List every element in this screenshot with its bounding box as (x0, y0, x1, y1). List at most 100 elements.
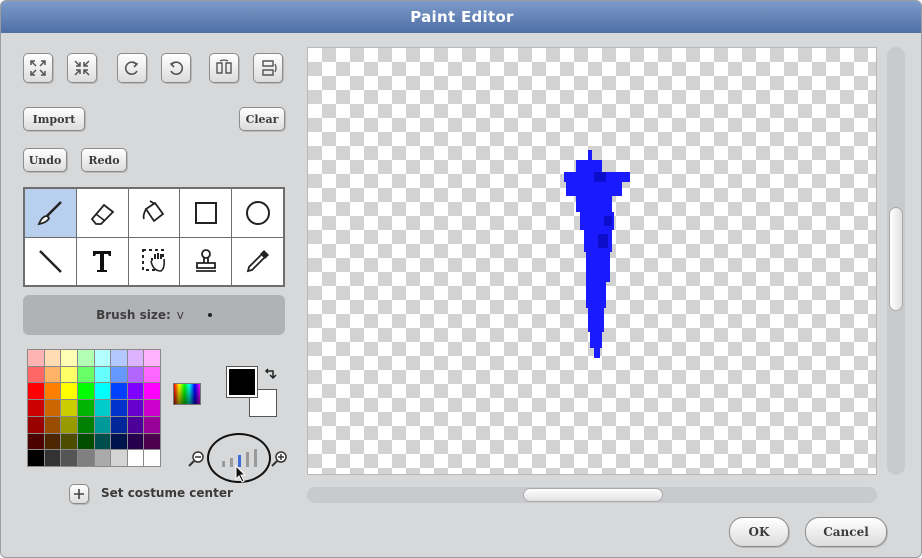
horizontal-scroll-thumb[interactable] (523, 488, 663, 502)
palette-swatch[interactable] (111, 416, 127, 433)
undo-button[interactable]: Undo (23, 148, 67, 172)
palette-swatch[interactable] (28, 450, 44, 466)
palette-swatch[interactable] (111, 400, 127, 416)
palette-swatch[interactable] (111, 350, 127, 366)
palette-swatch[interactable] (28, 400, 44, 416)
palette-swatch[interactable] (77, 416, 94, 433)
chevron-down-icon[interactable]: v (177, 308, 184, 322)
palette-swatch[interactable] (94, 383, 111, 400)
vertical-scroll-thumb[interactable] (889, 207, 903, 311)
paint-bucket-tool[interactable] (128, 189, 180, 237)
palette-swatch[interactable] (127, 366, 144, 383)
select-tool[interactable] (128, 237, 180, 285)
palette-swatch[interactable] (111, 433, 127, 450)
palette-swatch[interactable] (127, 450, 144, 466)
palette-swatch[interactable] (144, 450, 160, 466)
palette-swatch[interactable] (127, 416, 144, 433)
stamp-icon (195, 249, 216, 273)
grow-button[interactable] (23, 53, 53, 83)
zoom-out-icon[interactable] (186, 449, 206, 469)
palette-swatch[interactable] (111, 450, 127, 466)
shrink-button[interactable] (67, 53, 97, 83)
palette-swatch[interactable] (127, 350, 144, 366)
palette-swatch[interactable] (28, 383, 44, 400)
eyedropper-tool[interactable] (232, 237, 283, 285)
palette-swatch[interactable] (44, 400, 61, 416)
palette-swatch[interactable] (28, 350, 44, 366)
palette-swatch[interactable] (77, 450, 94, 466)
palette-swatch[interactable] (61, 366, 77, 383)
flip-horizontal-button[interactable] (209, 53, 239, 83)
palette-swatch[interactable] (94, 433, 111, 450)
clear-button[interactable]: Clear (239, 107, 285, 131)
palette-swatch[interactable] (77, 366, 94, 383)
palette-swatch[interactable] (94, 450, 111, 466)
palette-swatch[interactable] (94, 366, 111, 383)
palette-swatch[interactable] (44, 350, 61, 366)
palette-swatch[interactable] (144, 350, 160, 366)
palette-swatch[interactable] (144, 383, 160, 400)
rotate-right-button[interactable] (161, 53, 191, 83)
set-costume-center-label: Set costume center (101, 486, 233, 500)
paintbrush-tool[interactable] (25, 189, 76, 237)
zoom-bar[interactable] (229, 458, 233, 467)
drawing-canvas[interactable] (307, 47, 877, 475)
foreground-color-swatch[interactable] (226, 366, 258, 398)
title-bar: Paint Editor (1, 1, 921, 33)
palette-swatch[interactable] (144, 433, 160, 450)
palette-swatch[interactable] (144, 416, 160, 433)
palette-swatch[interactable] (44, 366, 61, 383)
import-button[interactable]: Import (23, 107, 85, 131)
palette-swatch[interactable] (28, 366, 44, 383)
paintbrush-icon (37, 200, 63, 225)
palette-swatch[interactable] (77, 433, 94, 450)
text-tool[interactable] (76, 237, 128, 285)
palette-swatch[interactable] (28, 433, 44, 450)
palette-swatch[interactable] (127, 383, 144, 400)
palette-swatch[interactable] (94, 400, 111, 416)
brush-size-preview (207, 313, 212, 317)
color-picker-button[interactable] (173, 383, 201, 405)
text-tool-icon (93, 251, 112, 273)
rotate-left-button[interactable] (117, 53, 147, 83)
palette-swatch[interactable] (61, 400, 77, 416)
palette-swatch[interactable] (44, 450, 61, 466)
palette-swatch[interactable] (77, 350, 94, 366)
horizontal-scrollbar[interactable] (307, 487, 877, 503)
brush-size-control[interactable]: Brush size: v (23, 295, 285, 335)
palette-swatch[interactable] (61, 350, 77, 366)
zoom-in-icon[interactable] (269, 449, 289, 469)
palette-swatch[interactable] (44, 416, 61, 433)
ok-button[interactable]: OK (729, 517, 789, 547)
palette-swatch[interactable] (144, 400, 160, 416)
cancel-button[interactable]: Cancel (805, 517, 887, 547)
redo-button[interactable]: Redo (81, 148, 127, 172)
palette-swatch[interactable] (144, 366, 160, 383)
palette-swatch[interactable] (127, 400, 144, 416)
swap-colors-icon[interactable] (263, 367, 277, 383)
stamp-tool[interactable] (180, 237, 232, 285)
palette-swatch[interactable] (94, 350, 111, 366)
palette-swatch[interactable] (111, 383, 127, 400)
palette-swatch[interactable] (61, 416, 77, 433)
palette-swatch[interactable] (28, 416, 44, 433)
palette-swatch[interactable] (127, 433, 144, 450)
palette-swatch[interactable] (44, 433, 61, 450)
set-center-button[interactable] (69, 484, 89, 504)
palette-swatch[interactable] (61, 383, 77, 400)
eraser-tool[interactable] (76, 189, 128, 237)
flip-vertical-button[interactable] (253, 53, 283, 83)
palette-swatch[interactable] (61, 450, 77, 466)
vertical-scrollbar[interactable] (887, 47, 905, 475)
zoom-bar[interactable] (253, 449, 257, 467)
palette-swatch[interactable] (94, 416, 111, 433)
palette-swatch[interactable] (77, 400, 94, 416)
palette-swatch[interactable] (44, 383, 61, 400)
zoom-bar[interactable] (221, 461, 225, 467)
palette-swatch[interactable] (111, 366, 127, 383)
line-tool[interactable] (25, 237, 76, 285)
palette-swatch[interactable] (77, 383, 94, 400)
palette-swatch[interactable] (61, 433, 77, 450)
ellipse-tool[interactable] (232, 189, 283, 237)
rectangle-tool[interactable] (180, 189, 232, 237)
